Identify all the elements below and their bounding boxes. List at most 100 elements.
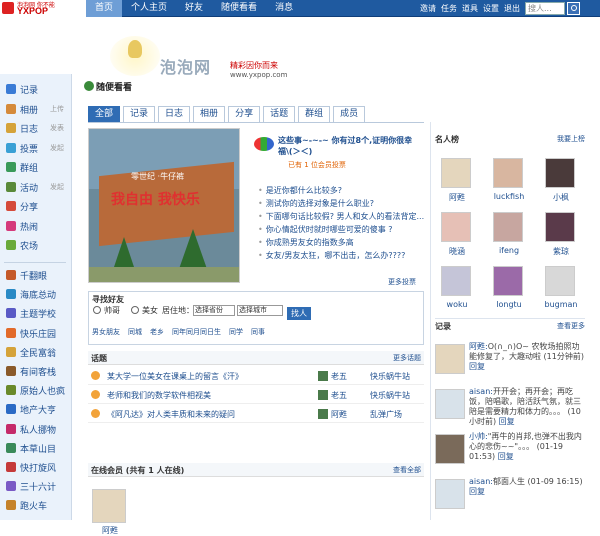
avatar[interactable]: [92, 489, 126, 523]
sidebar-item[interactable]: 记录: [4, 80, 70, 98]
poll-item[interactable]: 你成熟男友女的指数多高: [258, 237, 424, 250]
view-all-online-link[interactable]: 查看全部: [393, 465, 421, 475]
celeb-item[interactable]: bugman: [541, 266, 581, 314]
avatar[interactable]: [545, 158, 575, 188]
nav-browse[interactable]: 随便看看: [212, 0, 266, 17]
record-user[interactable]: 小帅:: [469, 432, 488, 441]
celeb-item[interactable]: longtu: [489, 266, 529, 314]
author-avatar[interactable]: [318, 409, 328, 419]
tab-4[interactable]: 分享: [228, 106, 261, 123]
celeb-item[interactable]: 紫琼: [541, 212, 581, 260]
sidebar-game-item[interactable]: 千翻眼: [4, 266, 70, 284]
sidebar-game-item[interactable]: 本草山目: [4, 439, 70, 457]
table-row[interactable]: 某大学一位美女在课桌上的留言《汗》 老五 快乐蜗牛站: [88, 367, 424, 385]
topic-author[interactable]: 阿甦: [331, 409, 347, 420]
tab-2[interactable]: 日志: [158, 106, 191, 123]
sidebar-game-item[interactable]: 跑火车: [4, 496, 70, 514]
sidebar-item-action[interactable]: 发表: [50, 123, 64, 133]
settings-link[interactable]: 设置: [483, 3, 499, 14]
poll-title[interactable]: 这些事~-~-~ 你有过8个,证明你很幸福\(＞＜): [278, 135, 418, 157]
tab-7[interactable]: 成员: [333, 106, 366, 123]
sidebar-item-action[interactable]: 发起: [50, 182, 64, 192]
nav-messages[interactable]: 消息: [266, 0, 302, 17]
celeb-name[interactable]: 小枫: [541, 192, 581, 203]
poll-item[interactable]: 是近你都什么比较多?: [258, 185, 424, 198]
avatar[interactable]: [441, 266, 471, 296]
more-polls-link[interactable]: 更多投票: [388, 277, 416, 287]
find-quick-link[interactable]: 同城: [128, 327, 142, 337]
sidebar-game-item[interactable]: 全民富翁: [4, 343, 70, 361]
sidebar-item-action[interactable]: 发起: [50, 143, 64, 153]
avatar[interactable]: [435, 344, 465, 374]
sidebar-game-item[interactable]: 快乐庄园: [4, 324, 70, 342]
avatar[interactable]: [435, 389, 465, 419]
sidebar-item[interactable]: 分享: [4, 197, 70, 215]
tab-6[interactable]: 群组: [298, 106, 331, 123]
author-avatar[interactable]: [318, 390, 328, 400]
celeb-item[interactable]: 小枫: [541, 158, 581, 206]
celeb-name[interactable]: woku: [437, 300, 477, 309]
celeb-name[interactable]: luckfish: [489, 192, 529, 201]
radio-male[interactable]: [93, 306, 101, 314]
more-topics-link[interactable]: 更多话题: [393, 353, 421, 363]
sidebar-game-item[interactable]: 主题学校: [4, 304, 70, 322]
logout-link[interactable]: 退出: [504, 3, 520, 14]
find-quick-link[interactable]: 同事: [251, 327, 265, 337]
celeb-name[interactable]: ifeng: [489, 246, 529, 255]
topic-title[interactable]: 《阿凡达》对人类丰质和未来的疑问: [107, 409, 297, 420]
featured-photo[interactable]: 零世纪 ·牛仔裤 我自由 我快乐: [88, 128, 240, 283]
sidebar-item[interactable]: 农场: [4, 236, 70, 254]
topic-author[interactable]: 老五: [331, 390, 347, 401]
reply-link[interactable]: 回复: [469, 362, 485, 371]
invite-link[interactable]: 邀请: [420, 3, 436, 14]
reply-link[interactable]: 回复: [499, 417, 515, 426]
celeb-item[interactable]: woku: [437, 266, 477, 314]
props-link[interactable]: 道具: [462, 3, 478, 14]
avatar[interactable]: [545, 266, 575, 296]
reply-link[interactable]: 回复: [498, 452, 514, 461]
sidebar-game-item[interactable]: 地产大亨: [4, 400, 70, 418]
celeb-item[interactable]: 阿甦: [437, 158, 477, 206]
sidebar-game-item[interactable]: 有间客栈: [4, 362, 70, 380]
find-quick-link[interactable]: 同学: [229, 327, 243, 337]
sidebar-item[interactable]: 投票 发起: [4, 139, 70, 157]
celeb-name[interactable]: 晓涵: [437, 246, 477, 257]
sidebar-item-action[interactable]: 上传: [50, 104, 64, 114]
sidebar-item[interactable]: 活动 发起: [4, 178, 70, 196]
join-celebs-link[interactable]: 我要上榜: [557, 134, 585, 144]
online-member-name[interactable]: 阿甦: [102, 525, 118, 536]
avatar[interactable]: [441, 158, 471, 188]
topic-group[interactable]: 快乐蜗牛站: [370, 390, 410, 401]
author-avatar[interactable]: [318, 371, 328, 381]
sidebar-game-item[interactable]: 私人挪物: [4, 420, 70, 438]
find-quick-link[interactable]: 男女朋友: [92, 327, 120, 337]
radio-female[interactable]: [131, 306, 139, 314]
avatar[interactable]: [545, 212, 575, 242]
topic-author[interactable]: 老五: [331, 371, 347, 382]
sidebar-game-item[interactable]: 快打旋风: [4, 458, 70, 476]
celeb-item[interactable]: luckfish: [489, 158, 529, 206]
avatar[interactable]: [493, 266, 523, 296]
reply-link[interactable]: 回复: [469, 487, 485, 496]
avatar[interactable]: [435, 479, 465, 509]
find-quick-link[interactable]: 同年同月同日生: [172, 327, 221, 337]
poll-item[interactable]: 下面哪句话比较假? 男人和女人的看法背定...: [258, 211, 424, 224]
celeb-name[interactable]: longtu: [489, 300, 529, 309]
sidebar-item[interactable]: 热闹: [4, 217, 70, 235]
sidebar-item[interactable]: 群组: [4, 158, 70, 176]
poll-item[interactable]: 测试你的选择对象是什么职业?: [258, 198, 424, 211]
tab-3[interactable]: 相册: [193, 106, 226, 123]
search-icon[interactable]: [567, 2, 580, 15]
city-select[interactable]: 选择城市: [237, 305, 283, 316]
avatar[interactable]: [493, 158, 523, 188]
tasks-link[interactable]: 任务: [441, 3, 457, 14]
table-row[interactable]: 《阿凡达》对人类丰质和未来的疑问 阿甦 乱弹广场: [88, 405, 424, 423]
sidebar-game-item[interactable]: 原始人也疯: [4, 381, 70, 399]
celeb-name[interactable]: 阿甦: [437, 192, 477, 203]
tab-5[interactable]: 话题: [263, 106, 296, 123]
tab-0[interactable]: 全部: [88, 106, 121, 123]
nav-friends[interactable]: 好友: [176, 0, 212, 17]
sidebar-game-item[interactable]: 海底总动: [4, 285, 70, 303]
poll-item[interactable]: 你心情起伏时就时哪些可爱的傻事 ?: [258, 224, 424, 237]
table-row[interactable]: 老师和我们的数学软件相视美 老五 快乐蜗牛站: [88, 386, 424, 404]
